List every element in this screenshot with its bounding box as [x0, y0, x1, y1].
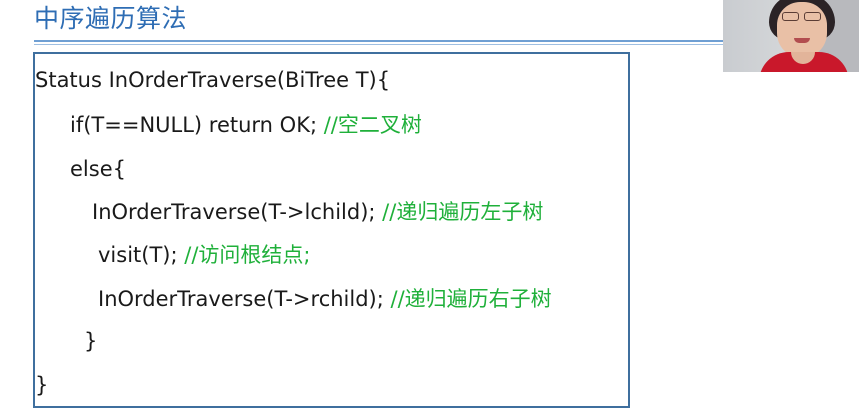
code-text: else{	[70, 157, 126, 181]
slide: 中序遍历算法 Status InOrderTraverse(BiTree T){…	[0, 0, 859, 420]
presenter-face	[777, 2, 827, 58]
code-line-5: visit(T); //访问根结点;	[98, 240, 310, 270]
code-text: visit(T);	[98, 243, 185, 267]
code-line-1: Status InOrderTraverse(BiTree T){	[35, 65, 390, 95]
code-line-2: if(T==NULL) return OK; //空二叉树	[70, 110, 422, 140]
code-comment: //递归遍历左子树	[382, 200, 544, 224]
code-text: InOrderTraverse(T->lchild);	[92, 200, 383, 224]
code-line-8: }	[35, 370, 48, 400]
presenter-webcam-overlay	[723, 0, 859, 72]
code-comment: //访问根结点;	[184, 243, 311, 267]
code-text: InOrderTraverse(T->rchild);	[98, 287, 391, 311]
code-text: if(T==NULL) return OK;	[70, 113, 324, 137]
code-box: Status InOrderTraverse(BiTree T){ if(T==…	[33, 52, 630, 408]
title-divider	[34, 40, 724, 42]
code-line-4: InOrderTraverse(T->lchild); //递归遍历左子树	[92, 197, 543, 227]
code-text: }	[35, 373, 49, 397]
code-line-6: InOrderTraverse(T->rchild); //递归遍历右子树	[98, 284, 552, 314]
code-line-7: }	[84, 326, 97, 356]
title-divider-thin	[34, 44, 724, 45]
presenter-glasses	[780, 12, 824, 22]
code-text: Status InOrderTraverse(BiTree T){	[35, 68, 391, 92]
code-comment: //空二叉树	[323, 113, 422, 137]
slide-title: 中序遍历算法	[34, 4, 188, 33]
glasses-lens-right	[804, 12, 821, 21]
code-comment: //递归遍历右子树	[390, 287, 552, 311]
code-text: }	[84, 329, 98, 353]
glasses-lens-left	[782, 12, 799, 21]
code-line-3: else{	[70, 154, 126, 184]
presenter-mouth	[794, 38, 810, 43]
